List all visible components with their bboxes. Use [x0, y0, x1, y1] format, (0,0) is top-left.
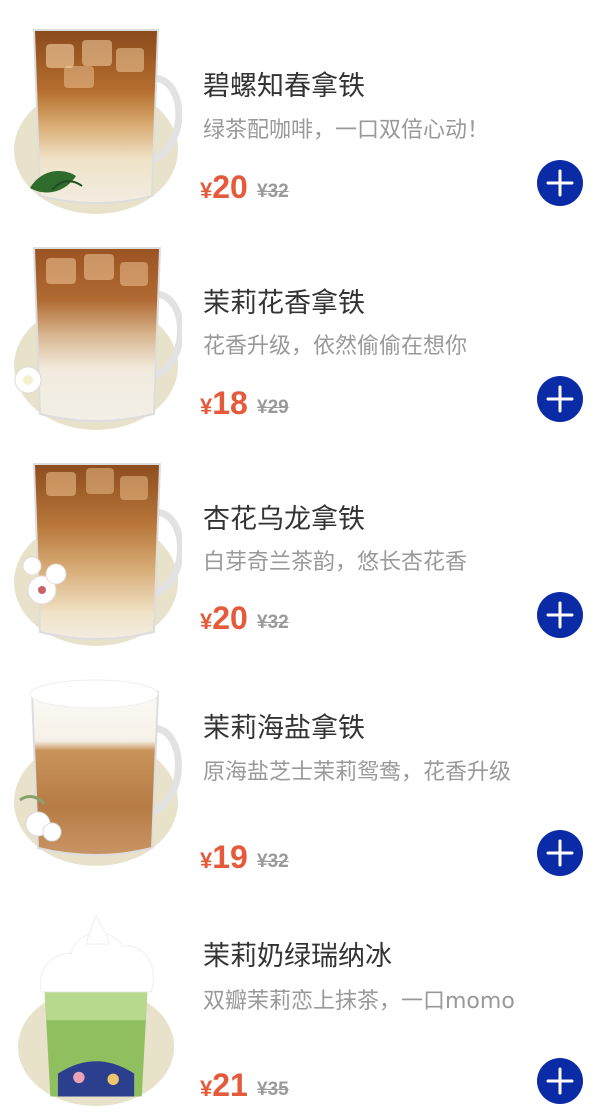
product-name: 碧螺知春拿铁 [203, 71, 365, 102]
product-name: 茉莉奶绿瑞纳冰 [203, 941, 392, 972]
add-to-cart-button[interactable] [537, 376, 583, 422]
original-price: ¥32 [257, 181, 289, 202]
product-image[interactable] [12, 906, 182, 1106]
product-description: 花香升级，依然偷偷在想你 [203, 334, 468, 359]
product-image[interactable] [12, 672, 182, 872]
original-price: ¥32 [257, 612, 289, 633]
plus-icon [546, 169, 574, 197]
plus-icon [546, 601, 574, 629]
price: ¥20 [200, 169, 248, 205]
original-price: ¥32 [257, 851, 289, 872]
plus-icon [546, 385, 574, 413]
add-to-cart-button[interactable] [537, 592, 583, 638]
plus-icon [546, 839, 574, 867]
add-to-cart-button[interactable] [537, 1058, 583, 1104]
product-name: 茉莉花香拿铁 [203, 288, 365, 319]
product-name: 茉莉海盐拿铁 [203, 713, 365, 744]
product-description: 原海盐芝士茉莉鸳鸯，花香升级 [203, 760, 512, 785]
product-description: 双瓣茉莉恋上抹茶，一口momo [203, 989, 515, 1014]
product-image[interactable] [12, 450, 182, 650]
price: ¥20 [200, 600, 248, 636]
price: ¥19 [200, 839, 248, 875]
price: ¥21 [200, 1067, 248, 1103]
original-price: ¥29 [257, 397, 289, 418]
product-image[interactable] [12, 18, 182, 218]
product-name: 杏花乌龙拿铁 [203, 504, 365, 535]
product-description: 绿茶配咖啡，一口双倍心动！ [203, 118, 490, 143]
product-description: 白芽奇兰茶韵，悠长杏花香 [203, 550, 468, 575]
product-image[interactable] [12, 234, 182, 434]
add-to-cart-button[interactable] [537, 160, 583, 206]
original-price: ¥35 [257, 1079, 289, 1100]
add-to-cart-button[interactable] [537, 830, 583, 876]
price: ¥18 [200, 385, 248, 421]
plus-icon [546, 1067, 574, 1095]
